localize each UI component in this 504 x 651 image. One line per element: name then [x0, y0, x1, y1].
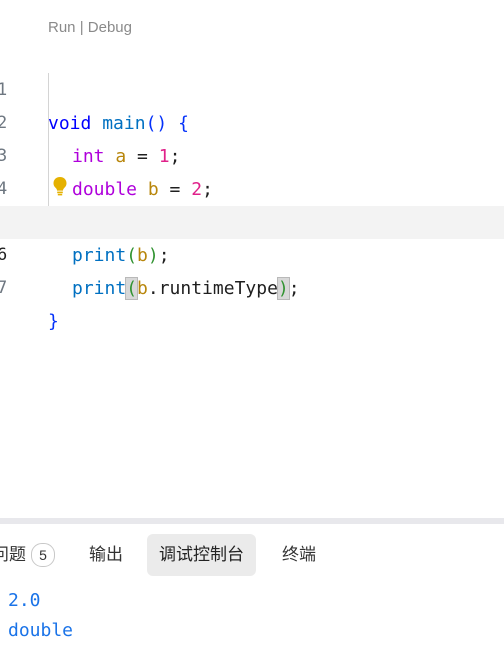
tab-label: 问题 [0, 545, 26, 564]
debug-console-output[interactable]: 2.0 double [8, 586, 73, 646]
problems-count-badge: 5 [31, 542, 55, 567]
panel-sash[interactable] [0, 518, 504, 524]
tab-problems[interactable]: 问题 5 [0, 534, 67, 576]
code-line-6[interactable]: 6 print(b.runtimeType); [0, 206, 504, 300]
output-line: 2.0 [8, 590, 41, 611]
member-access: .runtimeType [147, 278, 278, 299]
output-line: double [8, 620, 74, 641]
code-line-7[interactable]: 7 } [0, 239, 504, 332]
code-line-5[interactable]: 5 print(b); [0, 173, 504, 266]
panel-tab-bar: 问题 5 输出 调试控制台 终端 [0, 530, 504, 576]
tab-label: 终端 [282, 545, 316, 564]
line-number: 7 [0, 278, 8, 298]
code-editor[interactable]: Run | Debug 1 void main() { 2 int a = 1;… [0, 0, 504, 518]
code-line-1[interactable]: 1 void main() { [0, 41, 504, 134]
function-call: print [72, 278, 127, 299]
code-line-2[interactable]: 2 int a = 1; [0, 74, 504, 167]
tab-terminal[interactable]: 终端 [270, 534, 328, 576]
tab-debug-console[interactable]: 调试控制台 [147, 534, 256, 576]
codelens: Run | Debug [48, 19, 132, 36]
run-codelens-link[interactable]: Run [48, 19, 76, 36]
open-paren-highlight: ( [125, 277, 139, 300]
code-line-3[interactable]: 3 double b = 2; [0, 107, 504, 200]
tab-label: 调试控制台 [159, 545, 244, 564]
tab-output[interactable]: 输出 [77, 534, 135, 576]
semicolon: ; [288, 278, 300, 299]
close-brace: } [48, 311, 59, 332]
lightbulb-icon[interactable] [52, 176, 68, 196]
close-paren-highlight: ) [276, 277, 290, 300]
codelens-separator: | [75, 19, 88, 36]
tab-label: 输出 [89, 545, 123, 564]
debug-codelens-link[interactable]: Debug [88, 19, 132, 36]
code-line-4[interactable]: 4 num c = b-a;// [0, 140, 504, 233]
argument: b [137, 278, 148, 299]
